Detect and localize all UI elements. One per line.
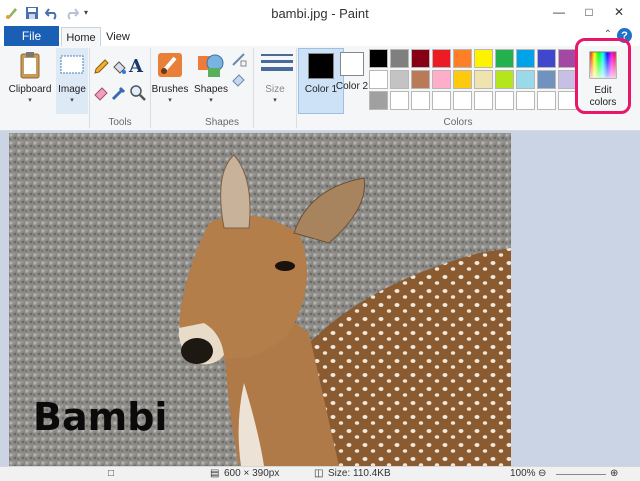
zoom-level: 100% [510,468,536,479]
selection-icon: □ [108,468,115,479]
palette-swatch[interactable] [453,49,472,68]
dimensions-icon: ▤ [210,468,220,479]
shapes-group-label: Shapes [205,117,239,128]
palette-swatch[interactable] [537,91,556,110]
palette-swatch[interactable] [516,49,535,68]
zoom-out-icon[interactable]: ⊖ [538,468,546,479]
canvas-area: Bambi [0,131,640,466]
chevron-down-icon: ▾ [209,97,213,104]
palette-swatch[interactable] [411,91,430,110]
magnifier-icon[interactable] [129,84,147,102]
divider [253,48,254,128]
fill-bucket-icon[interactable] [110,58,128,76]
pencil-icon[interactable] [92,58,110,76]
color-picker-icon[interactable] [110,84,128,102]
close-button[interactable]: ✕ [604,2,634,22]
palette-swatch[interactable] [432,91,451,110]
minimize-button[interactable]: — [544,2,574,22]
image-dimensions: 600 × 390px [224,468,280,479]
tab-view[interactable]: View [101,27,135,46]
canvas-text-bambi: Bambi [33,395,168,439]
palette-swatch[interactable] [537,49,556,68]
palette-swatch[interactable] [390,91,409,110]
tab-home[interactable]: Home [61,27,101,47]
chevron-down-icon: ▾ [70,97,74,104]
window-controls: — □ ✕ [544,2,634,22]
file-size-icon: ◫ [314,468,324,479]
chevron-down-icon: ▾ [273,97,277,104]
chevron-down-icon: ▾ [28,97,32,104]
zoom-in-icon[interactable]: ⊕ [610,468,618,479]
color2-label: Color 2 [335,81,369,92]
colors-group-label: Colors [443,117,473,128]
shapes-button[interactable]: Shapes ▾ [193,48,229,104]
fill-icon[interactable] [230,70,248,88]
palette-swatch[interactable] [474,91,493,110]
palette-swatch[interactable] [495,70,514,89]
outline-icon[interactable] [230,50,248,68]
clipboard-icon [15,50,45,80]
brushes-label: Brushes [151,84,189,95]
palette-swatch[interactable] [432,70,451,89]
line-size-icon [260,50,293,80]
palette-swatch[interactable] [537,70,556,89]
tab-file[interactable]: File [4,26,59,46]
palette-swatch[interactable] [474,70,493,89]
palette-swatch[interactable] [369,91,388,110]
image-select-icon [57,50,87,80]
image-button[interactable]: Image ▾ [56,48,88,114]
palette-swatch[interactable] [495,49,514,68]
image-label: Image [58,84,86,95]
shapes-label: Shapes [194,84,228,95]
color2-button[interactable]: Color 2 [330,48,374,110]
zoom-slider[interactable] [556,474,606,475]
palette-swatch[interactable] [411,49,430,68]
canvas-image[interactable]: Bambi [9,133,511,466]
palette-swatch[interactable] [495,91,514,110]
palette-swatch[interactable] [411,70,430,89]
color2-swatch [340,52,364,76]
palette-swatch[interactable] [453,91,472,110]
clipboard-button[interactable]: Clipboard ▾ [6,48,54,104]
highlight-annotation [575,38,631,114]
palette-swatch[interactable] [432,49,451,68]
palette-swatch[interactable] [474,49,493,68]
brush-icon [155,50,185,80]
text-tool-icon[interactable]: A [129,56,147,77]
palette-swatch[interactable] [516,91,535,110]
brushes-button[interactable]: Brushes ▾ [152,48,188,104]
palette-swatch[interactable] [369,49,388,68]
shapes-icon [196,50,226,80]
divider [296,48,297,128]
tools-group-label: Tools [108,117,132,128]
size-button[interactable]: Size ▾ [257,48,293,104]
divider [89,48,90,128]
palette-swatch[interactable] [390,70,409,89]
file-size: Size: 110.4KB [328,468,391,479]
palette-swatch[interactable] [516,70,535,89]
palette-swatch[interactable] [369,70,388,89]
eraser-icon[interactable] [92,84,110,102]
maximize-button[interactable]: □ [574,2,604,22]
palette-swatch[interactable] [390,49,409,68]
palette-swatch[interactable] [453,70,472,89]
size-label: Size [265,84,285,95]
ribbon: Clipboard ▾ Image ▾ A Tools Brushes ▾ Sh… [0,46,640,131]
ribbon-tabs: File Home View ⌃ ? [0,26,640,47]
chevron-down-icon: ▾ [168,97,172,104]
title-bar: ▾ bambi.jpg - Paint — □ ✕ [0,0,640,26]
clipboard-label: Clipboard [8,84,52,95]
status-bar: □ ▤ 600 × 390px ◫ Size: 110.4KB 100% ⊖ ⊕ [0,466,640,481]
